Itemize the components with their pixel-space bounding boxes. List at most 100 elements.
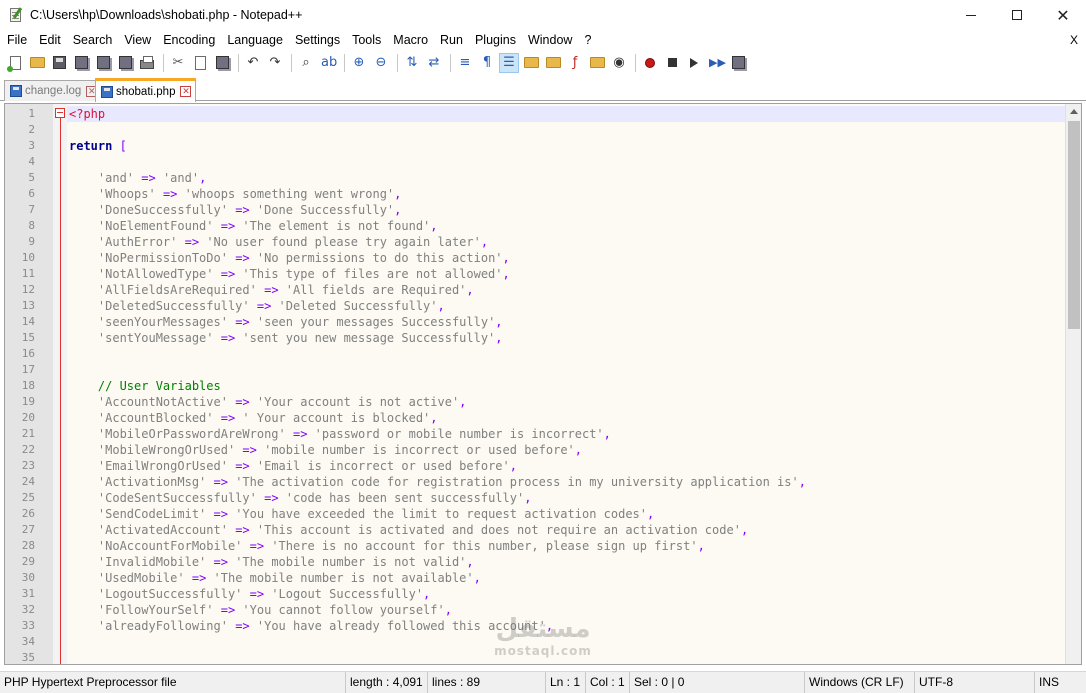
code-token: 'NoAccountForMobile' — [97, 539, 243, 553]
indent-guide-button[interactable]: ☰ — [499, 52, 519, 73]
code-line[interactable]: 6 'Whoops' => 'whoops something went wro… — [5, 186, 1065, 202]
code-line[interactable]: 30 'UsedMobile' => 'The mobile number is… — [5, 570, 1065, 586]
code-line[interactable]: 4 — [5, 154, 1065, 170]
scroll-up-arrow-icon[interactable] — [1070, 109, 1078, 114]
print-button[interactable] — [137, 53, 157, 73]
show-all-chars-button[interactable]: ¶ — [477, 53, 497, 73]
menu-macro[interactable]: Macro — [387, 30, 434, 50]
close-button[interactable] — [93, 53, 113, 73]
code-line[interactable]: 31 'LogoutSuccessfully' => 'Logout Succe… — [5, 586, 1065, 602]
code-line[interactable]: 12 'AllFieldsAreRequired' => 'All fields… — [5, 282, 1065, 298]
vertical-scrollbar[interactable] — [1065, 104, 1081, 664]
code-token: 'NoElementFound' — [97, 219, 214, 233]
menu-view[interactable]: View — [118, 30, 157, 50]
doc-map-button[interactable] — [543, 53, 563, 73]
save-all-button[interactable] — [71, 53, 91, 73]
stop-macro-button[interactable] — [662, 53, 682, 73]
record-macro-button[interactable] — [640, 53, 660, 73]
code-line[interactable]: 5 'and' => 'and', — [5, 170, 1065, 186]
open-file-button[interactable] — [27, 53, 47, 73]
new-file-button[interactable] — [5, 53, 25, 73]
code-line[interactable]: 1 <?php — [5, 106, 1065, 122]
scrollbar-thumb[interactable] — [1068, 121, 1080, 329]
code-line[interactable]: 7 'DoneSuccessfully' => 'Done Successful… — [5, 202, 1065, 218]
folder-workspace-button[interactable] — [587, 53, 607, 73]
undo-button[interactable]: ↶ — [243, 53, 263, 73]
tab-close-icon[interactable]: ✕ — [180, 86, 192, 97]
save-button[interactable] — [49, 53, 69, 73]
line-code: 'LogoutSuccessfully' => 'Logout Successf… — [69, 586, 430, 602]
copy-button[interactable] — [190, 53, 210, 73]
code-line[interactable]: 19 'AccountNotActive' => 'Your account i… — [5, 394, 1065, 410]
code-line[interactable]: 17 — [5, 362, 1065, 378]
close-all-button[interactable] — [115, 53, 135, 73]
tab-change-log[interactable]: change.log ✕ — [4, 80, 103, 101]
menu-file[interactable]: File — [0, 30, 33, 50]
code-line[interactable]: 27 'ActivatedAccount' => 'This account i… — [5, 522, 1065, 538]
menu-plugins[interactable]: Plugins — [469, 30, 522, 50]
menu-language[interactable]: Language — [221, 30, 289, 50]
sync-horizontal-button[interactable]: ⇄ — [424, 53, 444, 73]
menu-help[interactable]: ? — [578, 30, 597, 50]
cut-button[interactable]: ✂ — [168, 53, 188, 73]
menu-tools[interactable]: Tools — [346, 30, 387, 50]
code-line[interactable]: 15 'sentYouMessage' => 'sent you new mes… — [5, 330, 1065, 346]
code-line[interactable]: 28 'NoAccountForMobile' => 'There is no … — [5, 538, 1065, 554]
code-line[interactable]: 9 'AuthError' => 'No user found please t… — [5, 234, 1065, 250]
code-line[interactable]: 21 'MobileOrPasswordAreWrong' => 'passwo… — [5, 426, 1065, 442]
code-line[interactable]: 22 'MobileWrongOrUsed' => 'mobile number… — [5, 442, 1065, 458]
menu-window[interactable]: Window — [522, 30, 578, 50]
replace-button[interactable]: ab — [318, 53, 338, 73]
status-eol[interactable]: Windows (CR LF) — [804, 672, 914, 693]
code-line[interactable]: 2 — [5, 122, 1065, 138]
code-line[interactable]: 26 'SendCodeLimit' => 'You have exceeded… — [5, 506, 1065, 522]
word-wrap-button[interactable]: ≡ — [455, 53, 475, 73]
tab-shobati-php[interactable]: shobati.php ✕ — [95, 78, 197, 102]
code-lines[interactable]: 1 <?php 2 3 return [4 5 'and' => 'and', 6 'Who… — [5, 106, 1065, 664]
line-code: 'NoAccountForMobile' => 'There is no acc… — [69, 538, 705, 554]
monitoring-button[interactable]: ◉ — [609, 53, 629, 73]
menu-encoding[interactable]: Encoding — [157, 30, 221, 50]
close-document-button[interactable]: X — [1070, 30, 1078, 50]
paste-button[interactable] — [212, 53, 232, 73]
code-line[interactable]: 23 'EmailWrongOrUsed' => 'Email is incor… — [5, 458, 1065, 474]
code-token: => — [249, 539, 265, 553]
run-macro-multiple-button[interactable]: ▶▶ — [706, 53, 726, 73]
save-macro-button[interactable] — [728, 53, 748, 73]
minimize-button[interactable] — [948, 0, 994, 30]
menu-search[interactable]: Search — [67, 30, 119, 50]
menu-edit[interactable]: Edit — [33, 30, 67, 50]
line-code: 'NotAllowedType' => 'This type of files … — [69, 266, 510, 282]
zoom-out-button[interactable]: ⊖ — [371, 53, 391, 73]
code-line[interactable]: 10 'NoPermissionToDo' => 'No permissions… — [5, 250, 1065, 266]
code-line[interactable]: 18 // User Variables — [5, 378, 1065, 394]
code-line[interactable]: 13 'DeletedSuccessfully' => 'Deleted Suc… — [5, 298, 1065, 314]
code-line[interactable]: 16 — [5, 346, 1065, 362]
code-line[interactable]: 29 'InvalidMobile' => 'The mobile number… — [5, 554, 1065, 570]
sync-vertical-button[interactable]: ⇅ — [402, 53, 422, 73]
udl-button[interactable] — [521, 53, 541, 73]
status-encoding[interactable]: UTF-8 — [914, 672, 1034, 693]
zoom-in-button[interactable]: ⊕ — [349, 53, 369, 73]
code-line[interactable]: 14 'seenYourMessages' => 'seen your mess… — [5, 314, 1065, 330]
code-line[interactable]: 3 return [ — [5, 138, 1065, 154]
redo-button[interactable]: ↷ — [265, 53, 285, 73]
menu-settings[interactable]: Settings — [289, 30, 346, 50]
function-list-button[interactable]: ƒ — [565, 53, 585, 73]
code-line[interactable]: 20 'AccountBlocked' => ' Your account is… — [5, 410, 1065, 426]
code-line[interactable]: 24 'ActivationMsg' => 'The activation co… — [5, 474, 1065, 490]
menu-run[interactable]: Run — [434, 30, 469, 50]
maximize-button[interactable] — [994, 0, 1040, 30]
code-line[interactable]: 25 'CodeSentSuccessfully' => 'code has b… — [5, 490, 1065, 506]
editor-pane[interactable]: 1 <?php 2 3 return [4 5 'and' => 'and', 6 'Who… — [4, 103, 1082, 665]
find-button[interactable]: ⌕ — [296, 53, 316, 73]
close-window-button[interactable]: ✕ — [1040, 0, 1086, 30]
play-macro-button[interactable] — [684, 53, 704, 73]
code-line[interactable]: 11 'NotAllowedType' => 'This type of fil… — [5, 266, 1065, 282]
code-line[interactable]: 8 'NoElementFound' => 'The element is no… — [5, 218, 1065, 234]
